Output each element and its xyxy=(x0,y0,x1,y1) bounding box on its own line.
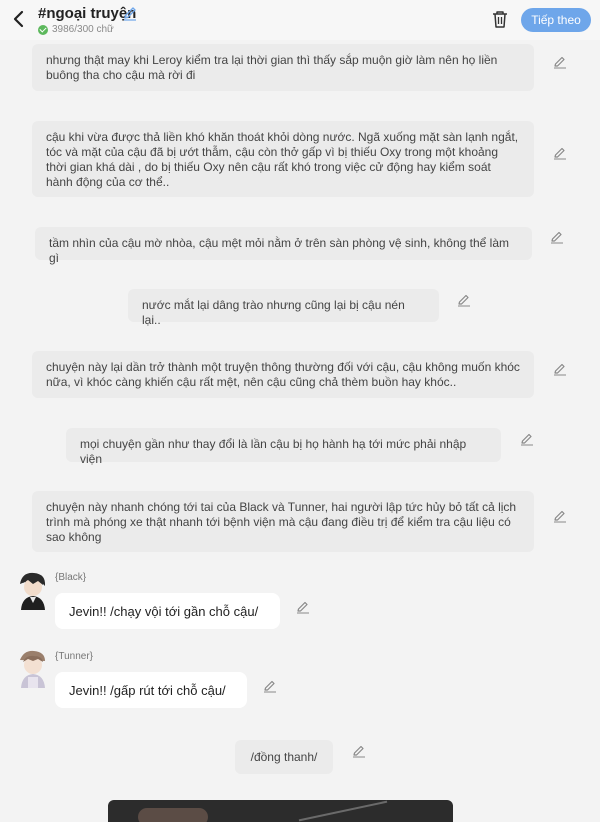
dialogue-bubble[interactable]: Jevin!! /chạy vội tới gần chỗ cậu/ xyxy=(55,593,280,629)
paragraph-bubble[interactable]: nhưng thật may khi Leroy kiểm tra lại th… xyxy=(32,44,534,91)
paragraph-bubble[interactable]: chuyện này lại dần trở thành một truyện … xyxy=(32,351,534,398)
pencil-icon[interactable] xyxy=(553,146,567,160)
paragraph-bubble[interactable]: nước mắt lại dâng trào nhưng cũng lại bị… xyxy=(128,289,439,327)
pencil-icon[interactable] xyxy=(122,5,138,21)
back-arrow-icon[interactable] xyxy=(10,9,28,29)
word-count: 3986/300 chữ xyxy=(38,24,114,35)
pencil-icon[interactable] xyxy=(296,600,310,614)
pencil-icon[interactable] xyxy=(553,55,567,69)
character-name: {Tunner} xyxy=(55,651,93,662)
pencil-icon[interactable] xyxy=(553,362,567,376)
paragraph-bubble[interactable]: tầm nhìn của cậu mờ nhòa, cậu mệt mỏi nằ… xyxy=(35,227,532,265)
next-button[interactable]: Tiếp theo xyxy=(521,8,591,32)
trash-icon[interactable] xyxy=(491,9,509,29)
paragraph-bubble[interactable]: /đồng thanh/ xyxy=(235,740,333,774)
avatar[interactable] xyxy=(14,570,50,610)
avatar[interactable] xyxy=(14,648,50,688)
pencil-icon[interactable] xyxy=(520,432,534,446)
pencil-icon[interactable] xyxy=(352,744,366,758)
pencil-icon[interactable] xyxy=(550,230,564,244)
character-name: {Black} xyxy=(55,572,87,583)
check-icon xyxy=(38,24,48,35)
pencil-icon[interactable] xyxy=(457,293,471,307)
top-bar: #ngoại truyện 3986/300 chữ Tiếp theo xyxy=(0,0,600,40)
paragraph-bubble[interactable]: cậu khi vừa được thả liền khó khăn thoát… xyxy=(32,121,534,197)
pencil-icon[interactable] xyxy=(263,679,277,693)
story-image[interactable] xyxy=(108,800,453,822)
paragraph-bubble[interactable]: mọi chuyện gần như thay đổi là lần cậu b… xyxy=(66,428,501,466)
paragraph-bubble[interactable]: chuyện này nhanh chóng tới tai của Black… xyxy=(32,491,534,552)
word-count-text: 3986/300 chữ xyxy=(52,24,114,35)
pencil-icon[interactable] xyxy=(553,509,567,523)
dialogue-bubble[interactable]: Jevin!! /gấp rút tới chỗ cậu/ xyxy=(55,672,247,708)
